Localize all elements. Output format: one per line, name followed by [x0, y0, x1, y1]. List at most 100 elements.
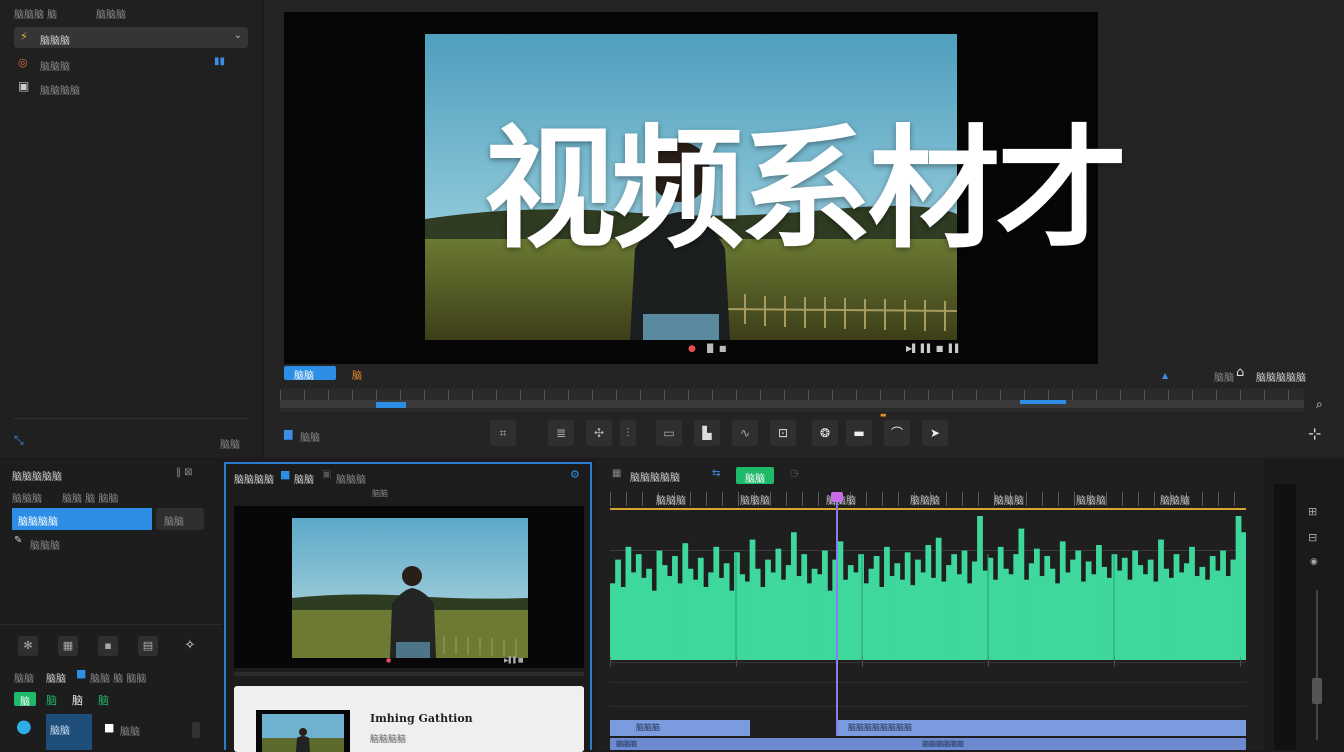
list-icon[interactable]: ⇆	[712, 469, 720, 479]
color-chip[interactable]: 脑	[98, 692, 116, 707]
waveform-bar	[961, 550, 968, 660]
header-item-2[interactable]: 脑脑脑	[96, 6, 126, 21]
mask-icon[interactable]: ❂	[812, 420, 838, 446]
timeline-panel: ▦ 脑脑脑脑脑 ⇆ 脑脑 ◷ 脑脑脑 脑脑脑 脑脑脑 脑脑脑 脑脑脑 脑脑脑 脑…	[596, 460, 1344, 750]
waveform-bar	[827, 590, 833, 660]
scrollbar-track[interactable]	[1274, 484, 1296, 750]
record-icon[interactable]: ●	[688, 345, 696, 354]
waveform-bar	[666, 576, 673, 660]
item2-label[interactable]: 脑脑脑	[30, 537, 60, 552]
waveform-bar	[734, 552, 740, 660]
waveform-bar	[920, 572, 927, 660]
slider-thumb[interactable]	[1312, 678, 1322, 704]
arrow-icon[interactable]: ✣	[586, 420, 612, 446]
alt-tag[interactable]: 脑脑脑	[336, 471, 366, 486]
slider-track[interactable]	[1316, 590, 1318, 740]
source-dropdown[interactable]: ⚡ 脑脑脑 ⌄	[14, 27, 248, 48]
mini-controls-icon[interactable]: ▶▌▌■	[504, 658, 524, 664]
frame-icon[interactable]: ⊡	[770, 420, 796, 446]
waveform-bar	[661, 565, 668, 660]
clock-icon[interactable]: ◷	[790, 469, 799, 479]
media-card[interactable]: Imhing Gathtion 脑脑脑脑	[234, 686, 584, 752]
color-chip[interactable]: 脑	[72, 692, 90, 707]
waveform-bar	[744, 581, 751, 660]
clock-icon[interactable]: ✻	[18, 636, 38, 656]
zoom-in-icon[interactable]: ⊞	[1308, 506, 1317, 517]
audio-track[interactable]	[610, 514, 1246, 660]
card-thumbnail	[256, 710, 350, 752]
range-selection[interactable]	[376, 402, 406, 408]
clip[interactable]: 脑脑脑	[610, 720, 750, 736]
tile-icon[interactable]: ▤	[138, 636, 158, 656]
transition-icon[interactable]: ▬	[846, 420, 872, 446]
waveform-bar	[1235, 516, 1242, 660]
clip[interactable]: 脑脑脑脑脑脑脑脑	[838, 720, 1134, 736]
preview-screen[interactable]: ● ▶▌▌■	[234, 506, 584, 668]
expand-icon[interactable]: ⤡	[14, 434, 24, 446]
cube-icon[interactable]: ▪	[98, 636, 118, 656]
selected-tile[interactable]: 脑脑	[46, 714, 92, 750]
playback-icons[interactable]: ▐▌ ■	[704, 345, 726, 353]
tab-label: 脑脑	[294, 371, 314, 382]
scrubber-ruler[interactable]	[280, 388, 1304, 412]
tab-orange[interactable]: 脑	[352, 367, 362, 382]
viewer-area: ● ▐▌ ■ ▶▌ ▌▌ ■ ▐▐ 视频系材才 脑脑 脑 ▲ 脑脑 ⌂ 脑脑脑脑…	[264, 0, 1344, 458]
zoom-out-icon[interactable]: ⊟	[1308, 532, 1317, 543]
range-selection-right[interactable]	[1020, 400, 1066, 404]
blade-icon[interactable]: ⫶	[620, 420, 636, 446]
waveform-bar	[1178, 572, 1185, 660]
bottom-label: 脑脑	[220, 440, 240, 451]
tab-active[interactable]: 脑脑	[284, 366, 336, 382]
scrollbar[interactable]	[192, 722, 200, 738]
brush-icon: ✎	[14, 535, 23, 546]
curve-icon[interactable]: ⌒	[884, 420, 910, 446]
waveform-bar	[935, 537, 942, 660]
waveform-bar	[1158, 539, 1164, 660]
aux-label: 脑脑	[164, 517, 184, 528]
list-item[interactable]: ▣ 脑脑脑脑	[14, 79, 248, 97]
header-item-1[interactable]: 脑脑脑 脑	[14, 6, 57, 21]
aux-button[interactable]: 脑脑	[156, 508, 204, 530]
label-row-2: 脑脑	[46, 674, 66, 685]
waveform-bar	[796, 576, 802, 660]
list-item[interactable]: ◎ 脑脑脑 ▮▮	[14, 55, 248, 74]
playhead-handle[interactable]	[831, 492, 843, 502]
waveform-bar	[997, 546, 1004, 660]
layer-icon[interactable]: ▆	[284, 428, 292, 439]
fit-icon[interactable]: ◉	[1310, 558, 1318, 567]
wave-icon[interactable]: ∿	[732, 420, 758, 446]
grid-icon[interactable]: ▦	[58, 636, 78, 656]
settings-icon[interactable]: ⚙	[570, 469, 580, 480]
color-chip[interactable]: 脑	[46, 692, 64, 707]
waveform-bar	[1132, 550, 1139, 660]
badge[interactable]: 脑脑	[736, 467, 774, 485]
color-chip[interactable]: 脑	[14, 692, 36, 708]
waveform-bar	[899, 579, 906, 660]
stack-icon[interactable]: ≣	[548, 420, 574, 446]
link-icon[interactable]: ▭	[656, 420, 682, 446]
clip[interactable]: 脑脑脑脑脑脑	[794, 738, 1246, 750]
panel-menu-icon[interactable]: ‖ ⊠	[176, 468, 193, 478]
selected-item[interactable]: 脑脑脑脑	[12, 508, 152, 530]
frame-controls-icon[interactable]: ▶▌ ▌▌ ■ ▐▐	[906, 345, 958, 353]
clip[interactable]	[1134, 720, 1246, 736]
waveform-bar	[790, 532, 797, 660]
home-icon[interactable]: ⌂	[1236, 366, 1244, 379]
crop-icon[interactable]: ⌗	[490, 420, 516, 446]
record-icon[interactable]: ●	[386, 658, 391, 664]
playhead[interactable]	[836, 496, 838, 736]
next-icon[interactable]: ➤	[922, 420, 948, 446]
crosshair-icon[interactable]: ⊹	[1308, 426, 1321, 442]
waveform-bar	[966, 583, 973, 660]
waveform-bar	[946, 565, 952, 660]
waveform-bar	[770, 572, 777, 660]
clip[interactable]: 脑脑脑	[610, 738, 794, 750]
waveform-bar	[1214, 570, 1221, 660]
waveform-bar	[977, 516, 983, 660]
waveform-bar	[1240, 532, 1246, 660]
ruler-labels: 脑脑脑 脑脑脑 脑脑脑 脑脑脑 脑脑脑 脑脑脑 脑脑脑	[656, 492, 1256, 507]
zoom-tool-icon[interactable]: ⌕	[1316, 398, 1323, 410]
sparkle-icon[interactable]: ✧	[180, 636, 200, 656]
waveform-bar	[1189, 546, 1195, 660]
speed-icon[interactable]: ▙	[694, 420, 720, 446]
